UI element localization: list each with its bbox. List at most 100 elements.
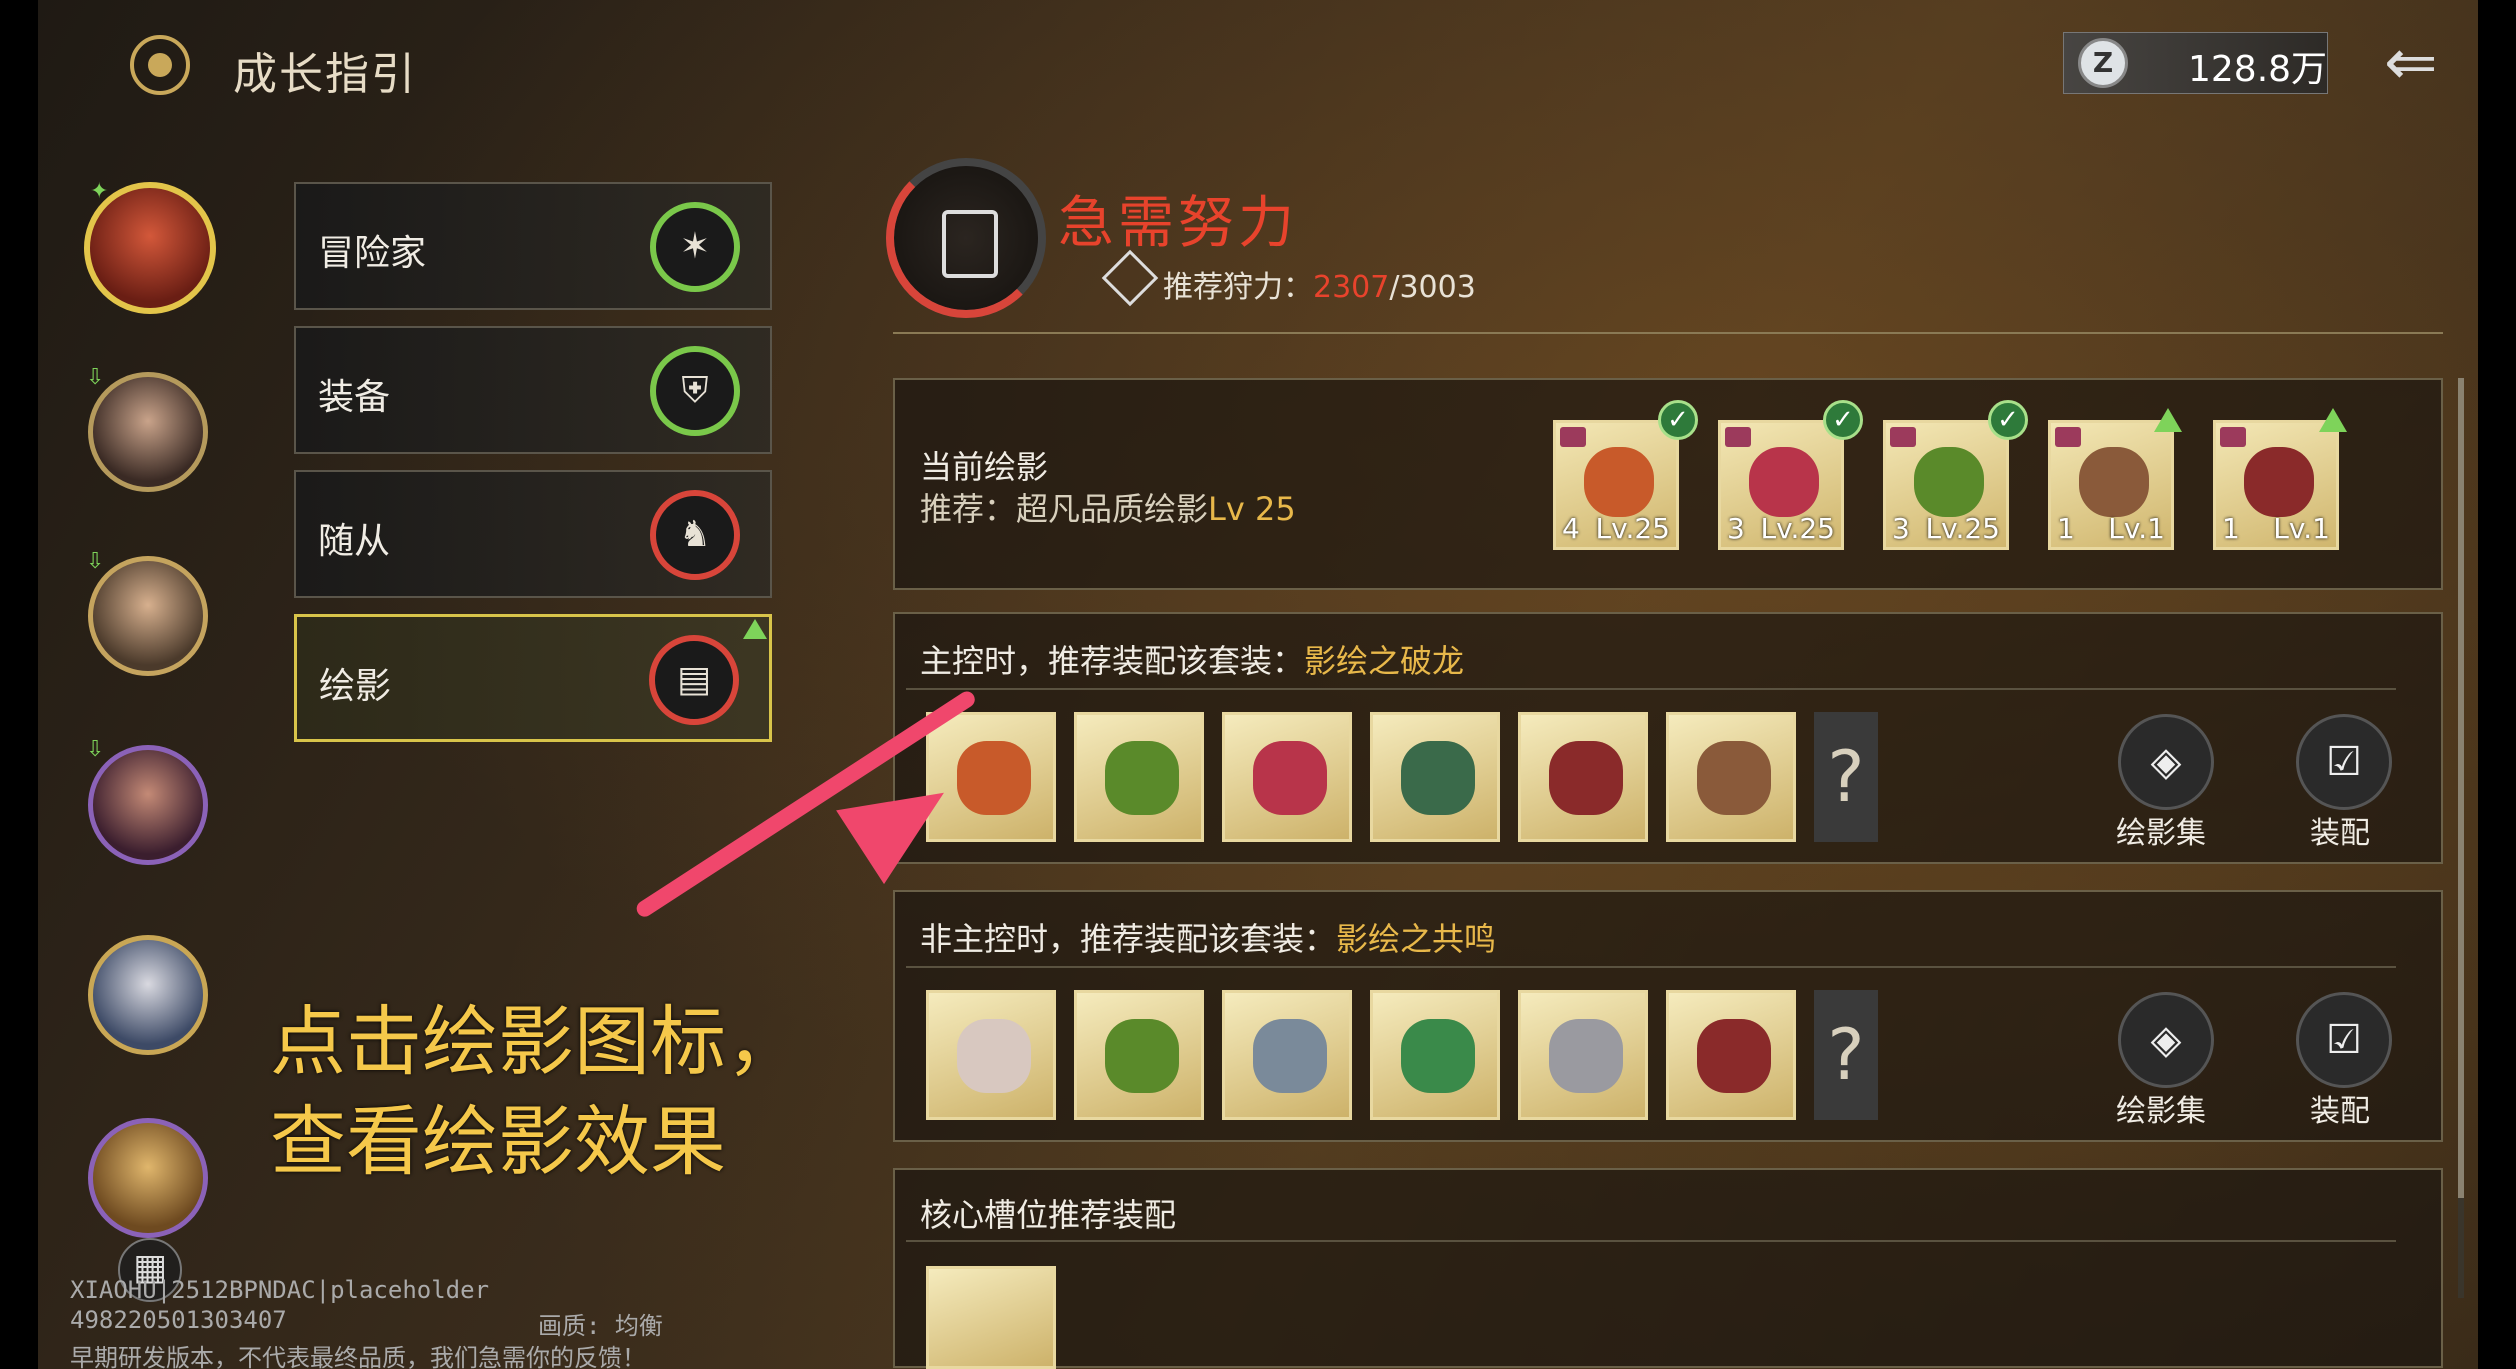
recommended-power: 推荐狩力：2307/3003: [1163, 262, 1476, 306]
watermark-quality: 画质: 均衡: [538, 1312, 663, 1340]
current-recommendation: 推荐：超凡品质绘影Lv 25: [920, 484, 1296, 530]
game-screen: 成长指引 Z 128.8万 ⇐ ✦ ⇩ ⇩ ⇩ 冒险家 ✶ 装备 ⛨ 随从 ♞ …: [38, 0, 2478, 1369]
monster-icon: [1253, 1019, 1327, 1093]
main-card-4[interactable]: [1370, 712, 1500, 842]
monster-icon: [1914, 447, 1984, 517]
monster-icon: [1549, 741, 1623, 815]
avatar-hero-3[interactable]: [88, 556, 208, 676]
monster-icon: [1401, 741, 1475, 815]
rarity-tag-icon: [2220, 427, 2246, 447]
rec-level: Lv 25: [1208, 490, 1296, 528]
collection-label[interactable]: 绘影集: [2116, 808, 2206, 852]
portrait-card-icon: ▤: [649, 635, 739, 725]
core-card-1[interactable]: [926, 1266, 1056, 1369]
rec-label: 推荐狩力：: [1163, 270, 1313, 305]
tab-equipment[interactable]: 装备 ⛨: [294, 326, 772, 454]
current-card-2[interactable]: 3 Lv.25: [1718, 420, 1844, 550]
monster-icon: [957, 741, 1031, 815]
tab-label: 随从: [318, 521, 391, 562]
card-count: 4: [1562, 512, 1580, 545]
non-main-card-1[interactable]: [926, 990, 1056, 1120]
non-main-card-4[interactable]: [1370, 990, 1500, 1120]
equip-icon[interactable]: ☑: [2296, 714, 2392, 810]
avatar-hero-2[interactable]: [88, 372, 208, 492]
non-main-card-2[interactable]: [1074, 990, 1204, 1120]
unknown-card[interactable]: ?: [1814, 990, 1878, 1120]
tab-portrait[interactable]: 绘影 ▤: [294, 614, 772, 742]
main-card-2[interactable]: [1074, 712, 1204, 842]
pin-icon: ✦: [90, 179, 109, 204]
page-title: 成长指引: [233, 49, 417, 100]
non-main-card-5[interactable]: [1518, 990, 1648, 1120]
current-card-5[interactable]: 1 Lv.1: [2213, 420, 2339, 550]
main-control-set: 影绘之破龙: [1304, 642, 1465, 680]
non-main-control-title: 非主控时，推荐装配该套装：影绘之共鸣: [920, 914, 1496, 960]
core-slot-title: 核心槽位推荐装配: [920, 1196, 1177, 1234]
hint-line-1: 点击绘影图标，: [270, 997, 802, 1086]
card-level: Lv.1: [2273, 512, 2330, 545]
non-main-card-6[interactable]: [1666, 990, 1796, 1120]
upgrade-arrow-icon: ⇩: [86, 737, 105, 762]
growth-guide-logo-icon: [130, 35, 190, 95]
tab-adventurer[interactable]: 冒险家 ✶: [294, 182, 772, 310]
rec-prefix: 推荐：超凡品质绘影: [920, 490, 1209, 528]
current-card-3[interactable]: 3 Lv.25: [1883, 420, 2009, 550]
monster-icon: [2079, 447, 2149, 517]
monster-icon: [2244, 447, 2314, 517]
monster-icon: [1749, 447, 1819, 517]
card-level: Lv.25: [1925, 512, 2000, 545]
monster-icon: [1549, 1019, 1623, 1093]
card-count: 3: [1727, 512, 1745, 545]
scrollbar-thumb[interactable]: [2458, 378, 2464, 1198]
card-count: 1: [2057, 512, 2075, 545]
tab-label: 冒险家: [318, 233, 427, 274]
card-count: 3: [1892, 512, 1910, 545]
monster-icon: [1584, 447, 1654, 517]
monster-icon: [1697, 741, 1771, 815]
tab-companion[interactable]: 随从 ♞: [294, 470, 772, 598]
main-card-3[interactable]: [1222, 712, 1352, 842]
monster-icon: [1253, 741, 1327, 815]
rec-current: 2307: [1313, 270, 1390, 305]
non-main-card-3[interactable]: [1222, 990, 1352, 1120]
equip-icon[interactable]: ☑: [2296, 992, 2392, 1088]
card-level: Lv.25: [1760, 512, 1835, 545]
check-icon: ✓: [1823, 400, 1863, 440]
avatar-hero-4[interactable]: [88, 745, 208, 865]
progress-ring: [886, 158, 1046, 318]
collection-label[interactable]: 绘影集: [2116, 1086, 2206, 1130]
main-card-5[interactable]: [1518, 712, 1648, 842]
check-icon: ✓: [1988, 400, 2028, 440]
main-control-prefix: 主控时，推荐装配该套装：: [920, 642, 1305, 680]
avatar-hero-5[interactable]: [88, 935, 208, 1055]
back-arrow-icon[interactable]: ⇐: [2384, 28, 2474, 98]
non-main-control-prefix: 非主控时，推荐装配该套装：: [920, 920, 1337, 958]
tab-label: 装备: [318, 377, 391, 418]
rarity-tag-icon: [1560, 427, 1586, 447]
z-coin-icon: Z: [2078, 38, 2128, 88]
divider: [906, 688, 2396, 690]
main-card-6[interactable]: [1666, 712, 1796, 842]
collection-icon[interactable]: ◈: [2118, 992, 2214, 1088]
currency-value: 128.8万: [2188, 49, 2328, 90]
unknown-card[interactable]: ?: [1814, 712, 1878, 842]
main-control-title: 主控时，推荐装配该套装：影绘之破龙: [920, 636, 1464, 682]
current-card-1[interactable]: 4 Lv.25: [1553, 420, 1679, 550]
non-main-control-set: 影绘之共鸣: [1336, 920, 1497, 958]
card-level: Lv.1: [2108, 512, 2165, 545]
equip-label[interactable]: 装配: [2310, 1086, 2370, 1130]
avatar-hero-6[interactable]: [88, 1118, 208, 1238]
monster-icon: [1697, 1019, 1771, 1093]
upgrade-arrow-icon: ⇩: [86, 549, 105, 574]
armor-icon: ⛨: [650, 346, 740, 436]
equip-label[interactable]: 装配: [2310, 808, 2370, 852]
upgrade-arrow-icon: [743, 619, 767, 639]
watermark-line-1: XIAOHU|2512BPNDAC|placeholder: [70, 1276, 490, 1304]
monster-icon: [1401, 1019, 1475, 1093]
current-card-4[interactable]: 1 Lv.1: [2048, 420, 2174, 550]
upgrade-arrow-icon: [2154, 408, 2182, 432]
collection-icon[interactable]: ◈: [2118, 714, 2214, 810]
upgrade-arrow-icon: ⇩: [86, 365, 105, 390]
monster-icon: [1105, 1019, 1179, 1093]
watermark-line-3: 早期研发版本，不代表最终品质，我们急需你的反馈！: [70, 1344, 646, 1369]
